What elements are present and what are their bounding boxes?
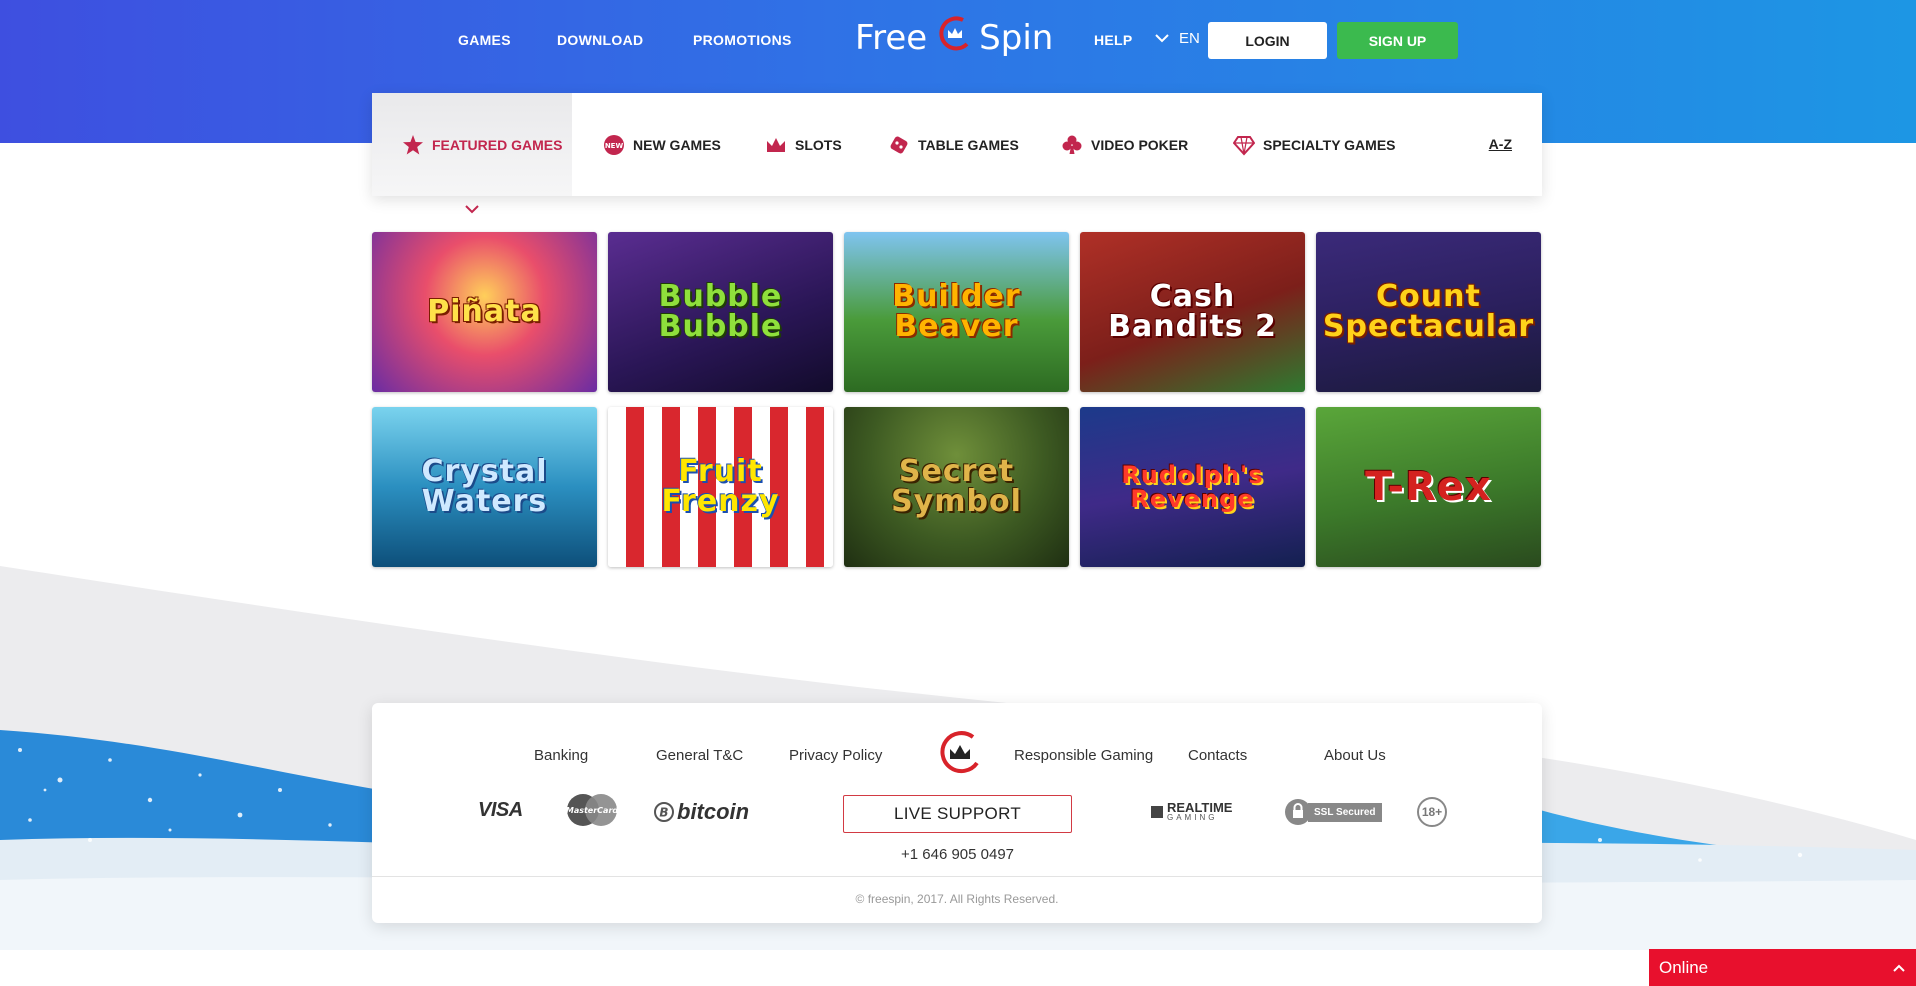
- bitcoin-label: bitcoin: [677, 799, 750, 824]
- game-title: Piñata: [427, 294, 542, 329]
- chevron-up-icon: [1892, 958, 1906, 978]
- tab-label: FEATURED GAMES: [432, 136, 563, 153]
- star-icon: [402, 134, 424, 156]
- game-title: Cash Bandits 2: [1108, 279, 1277, 344]
- footer-link-banking[interactable]: Banking: [534, 747, 588, 764]
- game-tile-secret-symbol[interactable]: Secret Symbol: [844, 407, 1069, 567]
- language-selector[interactable]: EN: [1155, 30, 1200, 47]
- svg-text:B: B: [659, 806, 668, 820]
- tab-label: SLOTS: [795, 136, 842, 153]
- tab-table-games[interactable]: TABLE GAMES: [888, 93, 1019, 196]
- logo-word-free: Free: [855, 18, 928, 58]
- chat-status-label: Online: [1659, 957, 1709, 977]
- realtime-gaming-logo: REALTIME GAMING: [1150, 801, 1232, 822]
- crown-icon: [765, 134, 787, 156]
- tab-label: SPECIALTY GAMES: [1263, 136, 1396, 153]
- tab-a-z[interactable]: A-Z: [1489, 136, 1512, 152]
- footer-link-contacts[interactable]: Contacts: [1188, 747, 1247, 764]
- tab-featured-games[interactable]: FEATURED GAMES: [372, 93, 572, 196]
- dice-icon: [888, 134, 910, 156]
- game-tile-count-spectacular[interactable]: Count Spectacular: [1316, 232, 1541, 392]
- tab-label: VIDEO POKER: [1091, 136, 1189, 153]
- tab-slots[interactable]: SLOTS: [765, 93, 842, 196]
- diamond-icon: [1232, 134, 1256, 156]
- freespin-logo[interactable]: Free Spin: [855, 14, 1053, 63]
- copyright-text: © freespin, 2017. All Rights Reserved.: [855, 892, 1059, 906]
- mastercard-label: MasterCard: [566, 806, 619, 815]
- new-badge-icon: NEW: [603, 134, 625, 156]
- tab-new-games[interactable]: NEW NEW GAMES: [603, 93, 721, 196]
- game-title: Builder Beaver: [892, 279, 1021, 344]
- chevron-down-icon: [1155, 30, 1169, 47]
- game-tile-cash-bandits-2[interactable]: Cash Bandits 2: [1080, 232, 1305, 392]
- language-code: EN: [1179, 30, 1200, 47]
- game-title: Fruit Frenzy: [661, 454, 780, 519]
- tab-label: NEW GAMES: [633, 136, 721, 153]
- game-title: Secret Symbol: [891, 454, 1022, 519]
- mastercard-logo: MasterCard: [563, 793, 621, 832]
- game-title: Bubble Bubble: [658, 279, 783, 344]
- support-phone: +1 646 905 0497: [900, 846, 1015, 863]
- footer-divider: [372, 876, 1542, 877]
- svg-text:NEW: NEW: [605, 142, 624, 150]
- footer-link-responsible-gaming[interactable]: Responsible Gaming: [1014, 747, 1153, 764]
- game-tile-t-rex[interactable]: T-Rex: [1316, 407, 1541, 567]
- visa-logo: VISA: [478, 799, 523, 821]
- ssl-secured-badge: SSL Secured: [1284, 798, 1382, 826]
- login-button[interactable]: LOGIN: [1208, 22, 1327, 59]
- bitcoin-logo: B bitcoin: [654, 799, 749, 825]
- nav-games[interactable]: GAMES: [458, 32, 511, 48]
- tab-video-poker[interactable]: VIDEO POKER: [1061, 93, 1188, 196]
- nav-help[interactable]: HELP: [1094, 32, 1133, 48]
- game-title: Rudolph's Revenge: [1121, 461, 1264, 513]
- footer-link-general-tc[interactable]: General T&C: [656, 747, 743, 764]
- tab-label: TABLE GAMES: [918, 136, 1019, 153]
- logo-word-spin: Spin: [979, 18, 1054, 58]
- game-title: T-Rex: [1365, 464, 1492, 510]
- crown-logo-icon: [937, 14, 971, 63]
- game-tile-rudolphs-revenge[interactable]: Rudolph's Revenge: [1080, 407, 1305, 567]
- tab-specialty-games[interactable]: SPECIALTY GAMES: [1232, 93, 1396, 196]
- game-tile-fruit-frenzy[interactable]: Fruit Frenzy: [608, 407, 833, 567]
- crown-logo-icon: [937, 729, 983, 780]
- live-support-button[interactable]: LIVE SUPPORT: [843, 795, 1072, 833]
- club-icon: [1061, 134, 1083, 156]
- game-tile-bubble-bubble[interactable]: Bubble Bubble: [608, 232, 833, 392]
- game-title: Count Spectacular: [1322, 279, 1535, 344]
- footer-link-privacy-policy[interactable]: Privacy Policy: [789, 747, 882, 764]
- game-tile-pinata[interactable]: Piñata: [372, 232, 597, 392]
- footer-link-about-us[interactable]: About Us: [1324, 747, 1386, 764]
- signup-button[interactable]: SIGN UP: [1337, 22, 1458, 59]
- active-tab-caret-icon: [465, 201, 479, 219]
- game-tile-crystal-waters[interactable]: Crystal Waters: [372, 407, 597, 567]
- age-restriction-badge: 18+: [1417, 797, 1447, 827]
- nav-promotions[interactable]: PROMOTIONS: [693, 32, 792, 48]
- site-footer: Banking General T&C Privacy Policy Respo…: [372, 703, 1542, 923]
- ssl-label: SSL Secured: [1308, 802, 1382, 822]
- game-category-tabs: FEATURED GAMES NEW NEW GAMES SLOTS TABLE…: [372, 93, 1542, 196]
- site-header: GAMES DOWNLOAD PROMOTIONS Free Spin HELP…: [0, 0, 1916, 84]
- featured-games-grid: Piñata Bubble Bubble Builder Beaver Cash…: [372, 232, 1542, 567]
- live-chat-tab[interactable]: Online: [1649, 949, 1916, 986]
- nav-download[interactable]: DOWNLOAD: [557, 32, 643, 48]
- game-tile-builder-beaver[interactable]: Builder Beaver: [844, 232, 1069, 392]
- game-title: Crystal Waters: [421, 454, 548, 519]
- gaming-label: GAMING: [1167, 813, 1218, 822]
